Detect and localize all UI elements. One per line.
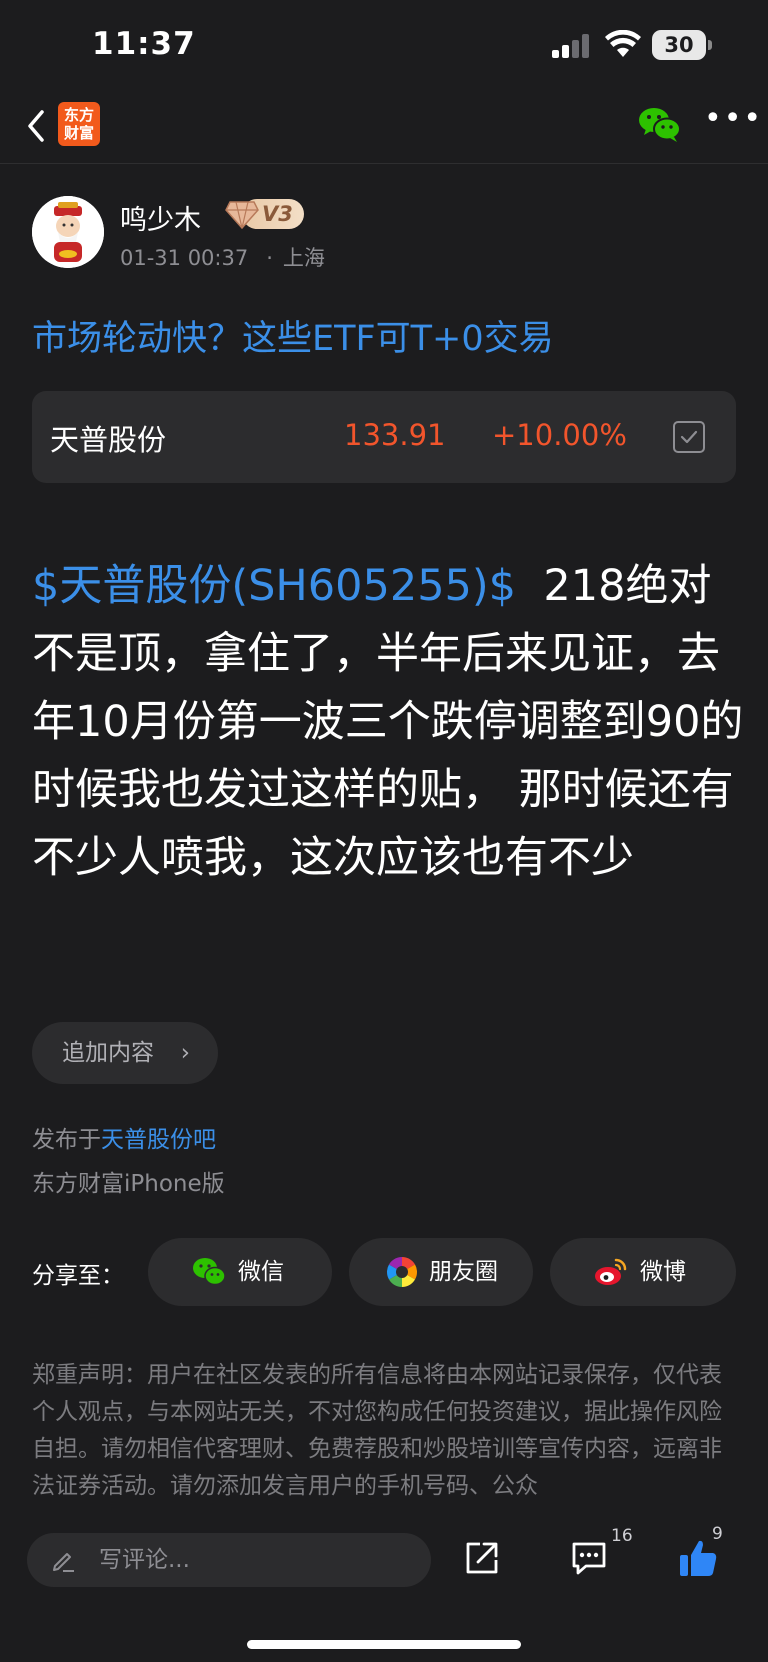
battery-level: 30 (652, 30, 706, 60)
battery-icon: 30 (652, 30, 712, 60)
app-logo: 东方 财富 (58, 102, 100, 146)
pen-icon (53, 1553, 74, 1572)
wechat-icon[interactable] (638, 104, 682, 144)
stock-tag-link[interactable]: $天普股份(SH605255)$ (32, 561, 516, 611)
post-detail-page: 11:37 30 东方 财富 ••• 鸣少木 V3 01-31 00:37 · … (0, 0, 768, 1662)
add-content-label: 追加内容 (62, 1040, 154, 1066)
share-wechat-label: 微信 (238, 1259, 284, 1285)
home-indicator (247, 1640, 521, 1649)
more-icon[interactable]: ••• (704, 104, 761, 134)
signal-icon (552, 34, 592, 58)
post-body: $天普股份(SH605255)$ 218绝对不是顶，拿住了，半年后来见证，去年1… (32, 552, 744, 892)
status-time: 11:37 (92, 26, 196, 62)
post-location: 上海 (282, 246, 325, 270)
comment-count: 16 (611, 1526, 633, 1546)
app-logo-line2: 财富 (63, 124, 94, 142)
author-header: 鸣少木 V3 01-31 00:37 · 上海 (32, 196, 732, 272)
diamond-icon (225, 201, 259, 230)
avatar[interactable] (32, 196, 104, 268)
post-meta: 01-31 00:37 · 上海 (120, 246, 325, 270)
share-moments-button[interactable]: 朋友圈 (349, 1238, 533, 1306)
stock-card[interactable]: 天普股份 133.91 +10.00% (32, 391, 736, 483)
published-in: 发布于天普股份吧 (32, 1120, 216, 1154)
post-datetime: 01-31 00:37 (120, 246, 249, 270)
post-title[interactable]: 市场轮动快？这些ETF可T+0交易 (32, 310, 554, 361)
moments-icon (386, 1257, 418, 1287)
like-count: 9 (712, 1524, 723, 1544)
add-content-button[interactable]: 追加内容 › (32, 1022, 218, 1084)
author-name[interactable]: 鸣少木 (120, 198, 201, 237)
status-bar: 11:37 30 (0, 0, 768, 92)
client-info: 东方财富iPhone版 (32, 1171, 225, 1197)
comment-input[interactable]: 写评论... (27, 1533, 431, 1587)
share-moments-label: 朋友圈 (429, 1259, 498, 1285)
like-icon[interactable] (678, 1538, 718, 1578)
stock-change: +10.00% (492, 418, 627, 452)
stock-bar-link[interactable]: 天普股份吧 (101, 1127, 216, 1153)
checkbox-icon[interactable] (673, 421, 705, 453)
bottom-action-bar: 写评论... 16 9 (0, 1518, 768, 1662)
chevron-right-icon: › (180, 1040, 190, 1066)
comment-icon[interactable] (570, 1540, 608, 1576)
wifi-icon (605, 30, 641, 57)
published-prefix: 发布于 (32, 1127, 101, 1153)
disclaimer: 郑重声明：用户在社区发表的所有信息将由本网站记录保存，仅代表个人观点，与本网站无… (32, 1362, 722, 1499)
share-out-icon[interactable] (464, 1540, 500, 1576)
nav-bar: 东方 财富 ••• (0, 92, 768, 164)
share-label: 分享至： (32, 1263, 124, 1289)
comment-placeholder: 写评论... (99, 1547, 190, 1573)
share-wechat-button[interactable]: 微信 (148, 1238, 332, 1306)
stock-price: 133.91 (344, 418, 446, 452)
stock-name: 天普股份 (50, 423, 167, 457)
level-badge: V3 (224, 196, 306, 232)
share-weibo-button[interactable]: 微博 (550, 1238, 736, 1306)
weibo-icon (595, 1258, 627, 1285)
back-icon[interactable] (22, 106, 50, 146)
app-logo-line1: 东方 (63, 106, 94, 124)
wechat-icon (193, 1258, 226, 1286)
share-weibo-label: 微博 (640, 1259, 686, 1285)
